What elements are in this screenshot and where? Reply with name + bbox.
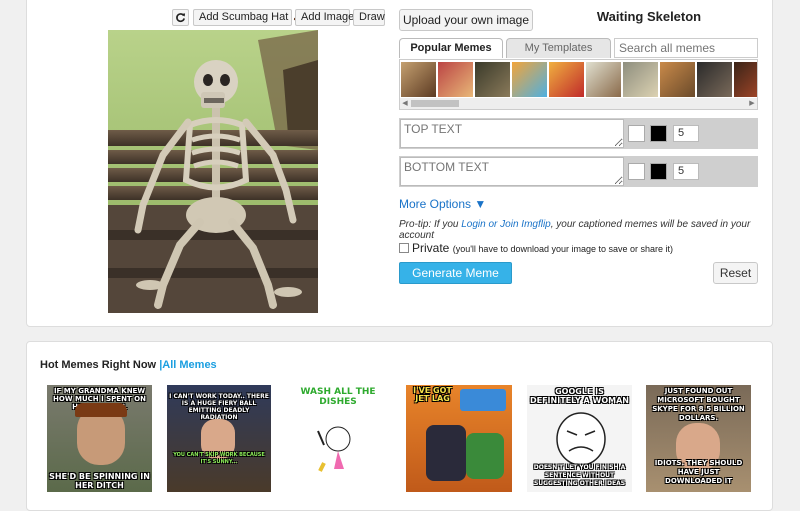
reset-button[interactable]: Reset <box>713 262 758 284</box>
search-memes-input[interactable] <box>614 38 758 58</box>
outline-color-swatch[interactable] <box>650 125 667 142</box>
add-hat-label: Add Scumbag Hat <box>199 11 289 23</box>
scroll-thumb[interactable] <box>411 100 459 107</box>
fill-color-swatch[interactable] <box>628 163 645 180</box>
tab-popular-memes[interactable]: Popular Memes <box>399 38 503 58</box>
meme-preview-image[interactable] <box>108 30 318 313</box>
template-thumbnail[interactable] <box>660 62 695 97</box>
template-thumbnail[interactable] <box>697 62 732 97</box>
private-checkbox[interactable] <box>399 243 409 253</box>
private-note: (you'll have to download your image to s… <box>452 244 674 254</box>
more-options-link[interactable]: More Options ▼ <box>399 197 486 211</box>
hot-meme-bottom-text: You can't skip work because it's sunny..… <box>173 452 265 465</box>
scroll-left-icon[interactable]: ◀ <box>400 98 410 109</box>
hat-graphic <box>75 403 127 417</box>
hot-memes-heading: Hot Memes Right Now |All Memes <box>40 359 217 371</box>
bottom-text-row: 5 <box>399 156 758 187</box>
top-text-input[interactable] <box>400 119 624 148</box>
draw-button[interactable]: Draw <box>353 9 385 26</box>
hot-meme-thumbnail[interactable]: Just found out Microsoft bought Skype fo… <box>646 385 751 492</box>
hot-meme-thumbnail[interactable]: If my grandma knew how much I spent on h… <box>47 385 152 492</box>
font-size-input[interactable]: 5 <box>673 163 699 180</box>
hot-meme-thumbnail[interactable]: Wash all the dishes <box>286 385 390 492</box>
top-text-row: 5 <box>399 118 758 149</box>
protip-prefix: Pro-tip: If you <box>399 219 462 230</box>
hot-meme-top-text: Wash all the dishes <box>300 387 376 407</box>
all-memes-link-text: All Memes <box>162 359 217 371</box>
bottom-text-input[interactable] <box>400 157 624 186</box>
template-thumbnail[interactable] <box>623 62 658 97</box>
font-size-input[interactable]: 5 <box>673 125 699 142</box>
login-join-link[interactable]: Login or Join Imgflip <box>461 219 551 230</box>
template-thumbnail[interactable] <box>734 62 757 97</box>
rotate-icon <box>176 13 186 23</box>
batman-graphic <box>426 425 466 481</box>
tab-my-templates[interactable]: My Templates <box>506 38 611 58</box>
template-thumbnail[interactable] <box>586 62 621 97</box>
add-image-button[interactable]: Add Image <box>295 9 354 26</box>
private-option: Private (you'll have to download your im… <box>399 241 673 255</box>
hot-meme-thumbnail[interactable]: I've got jet lag <box>406 385 512 492</box>
template-thumbnail[interactable] <box>549 62 584 97</box>
template-thumbnail[interactable] <box>438 62 473 97</box>
rotate-button[interactable] <box>172 9 189 26</box>
scroll-right-icon[interactable]: ▶ <box>747 98 757 109</box>
private-label: Private <box>412 241 450 255</box>
meme-template-carousel: ◀ ▶ <box>399 59 758 110</box>
template-thumbnail[interactable] <box>401 62 436 97</box>
template-thumbnail[interactable] <box>512 62 547 97</box>
add-scumbag-hat-button[interactable]: Add Scumbag Hat <box>193 9 306 26</box>
hot-meme-bottom-text: She'd be spinning in her ditch <box>49 472 150 490</box>
hot-meme-top-text: I can't work today.. there is a huge fie… <box>169 393 269 421</box>
hot-meme-bottom-text: Idiots. They should have just downloaded… <box>654 459 743 485</box>
speech-bubble-graphic <box>460 389 506 411</box>
outline-color-swatch[interactable] <box>650 163 667 180</box>
skeleton-on-bench-image <box>108 30 318 313</box>
upload-image-button[interactable]: Upload your own image <box>399 9 533 31</box>
all-memes-link[interactable]: |All Memes <box>159 359 217 371</box>
hot-meme-top-text: I've got jet lag <box>413 386 452 403</box>
fill-color-swatch[interactable] <box>628 125 645 142</box>
generate-meme-button[interactable]: Generate Meme <box>399 262 512 284</box>
robin-graphic <box>466 433 504 479</box>
template-thumbnail[interactable] <box>475 62 510 97</box>
hot-memes-title: Hot Memes Right Now <box>40 359 157 371</box>
hot-meme-top-text: Google is definitely a woman <box>529 387 630 405</box>
cartoon-graphic <box>317 426 351 472</box>
hot-meme-bottom-text: Doesn't let you finish a sentence withou… <box>533 464 626 487</box>
hot-meme-thumbnail[interactable]: Google is definitely a woman Doesn't let… <box>527 385 632 492</box>
carousel-scrollbar[interactable]: ◀ ▶ <box>400 98 757 109</box>
hot-meme-top-text: Just found out Microsoft bought Skype fo… <box>652 387 745 422</box>
protip-text: Pro-tip: If you Login or Join Imgflip, y… <box>399 219 759 241</box>
hot-meme-thumbnail[interactable]: I can't work today.. there is a huge fie… <box>167 385 271 492</box>
meme-title: Waiting Skeleton <box>596 9 702 24</box>
rage-face-graphic <box>556 412 606 466</box>
